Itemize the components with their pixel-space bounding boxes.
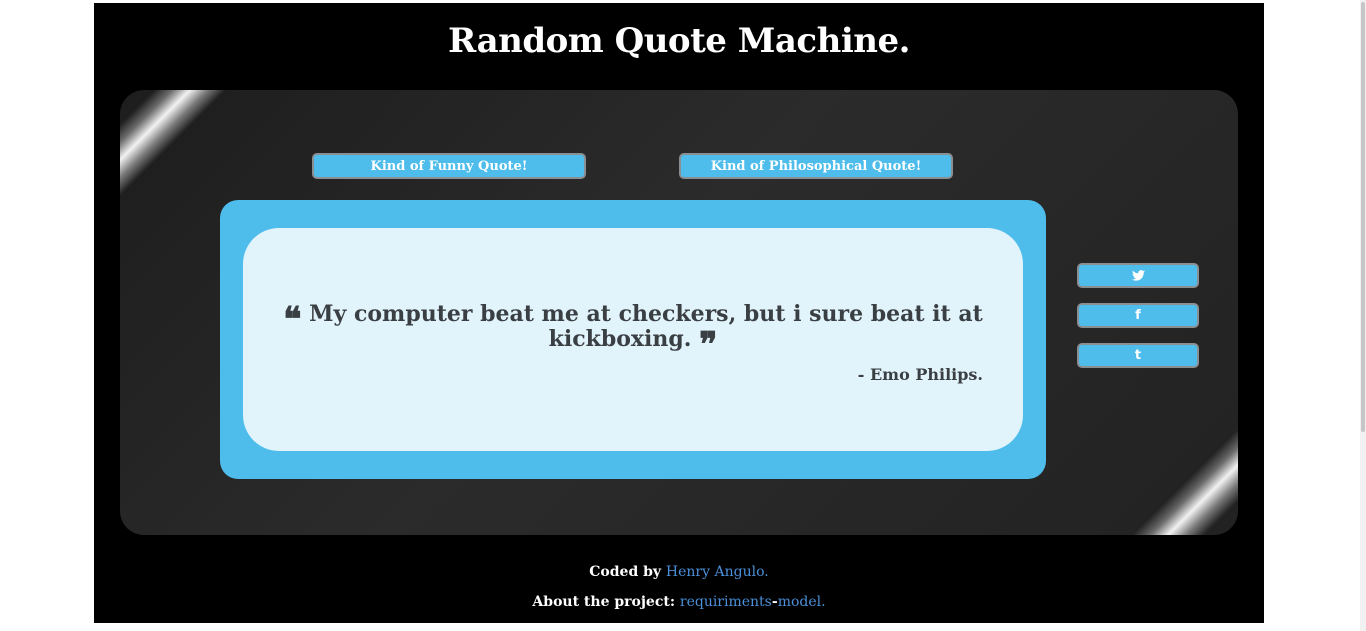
quote-open-icon: ❝ [283,300,302,340]
footer-about: About the project: requiriments-model. [94,594,1264,610]
corner-shine-top-left [120,90,230,200]
tumblr-icon: t [1134,348,1142,363]
quote-text: My computer beat me at checkers, but i s… [309,301,983,352]
corner-shine-bottom-right [1128,425,1238,535]
page-container: Random Quote Machine. Kind of Funny Quot… [94,3,1264,623]
footer-credit: Coded by Henry Angulo. [94,564,1264,580]
page-scrollbar[interactable] [1360,0,1366,631]
model-link[interactable]: model. [778,594,826,610]
twitter-share-button[interactable] [1077,263,1199,288]
philosophical-quote-button[interactable]: Kind of Philosophical Quote! [679,153,953,179]
facebook-icon: f [1135,308,1141,323]
quote-frame: ❝ My computer beat me at checkers, but i… [220,200,1046,479]
about-label: About the project: [532,594,675,610]
quote-close-icon: ❞ [699,325,718,365]
funny-quote-button[interactable]: Kind of Funny Quote! [312,153,586,179]
author-link[interactable]: Henry Angulo. [666,564,769,580]
quote-box: ❝ My computer beat me at checkers, but i… [243,228,1023,451]
twitter-icon [1131,270,1145,281]
coded-by-label: Coded by [589,564,662,580]
page-title: Random Quote Machine. [448,21,910,61]
facebook-share-button[interactable]: f [1077,303,1199,328]
quote-author: - Emo Philips. [857,365,983,384]
scrollbar-thumb[interactable] [1361,2,1365,432]
quote-text-block: ❝ My computer beat me at checkers, but i… [283,300,983,363]
quote-machine-panel: Kind of Funny Quote! Kind of Philosophic… [120,90,1238,535]
requirements-link[interactable]: requiriments [680,594,772,610]
tumblr-share-button[interactable]: t [1077,343,1199,368]
